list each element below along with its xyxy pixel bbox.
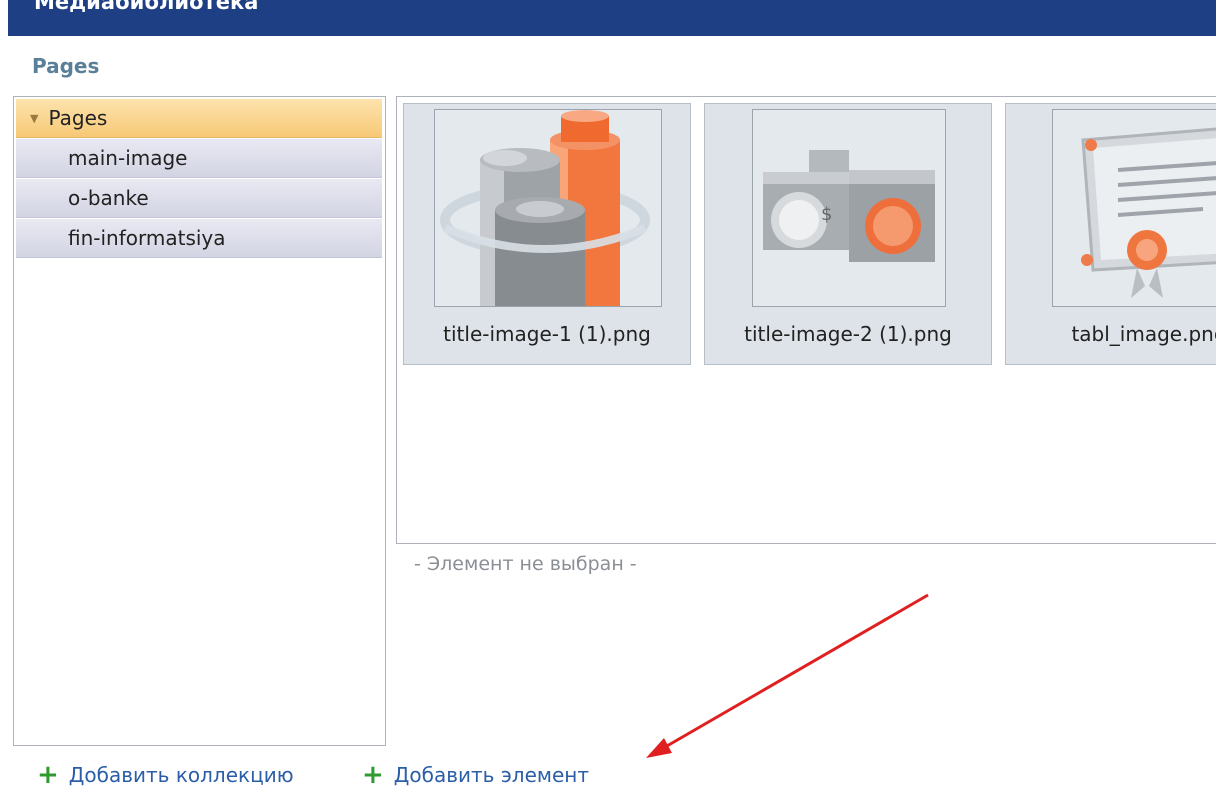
annotation-arrow [646,593,929,758]
